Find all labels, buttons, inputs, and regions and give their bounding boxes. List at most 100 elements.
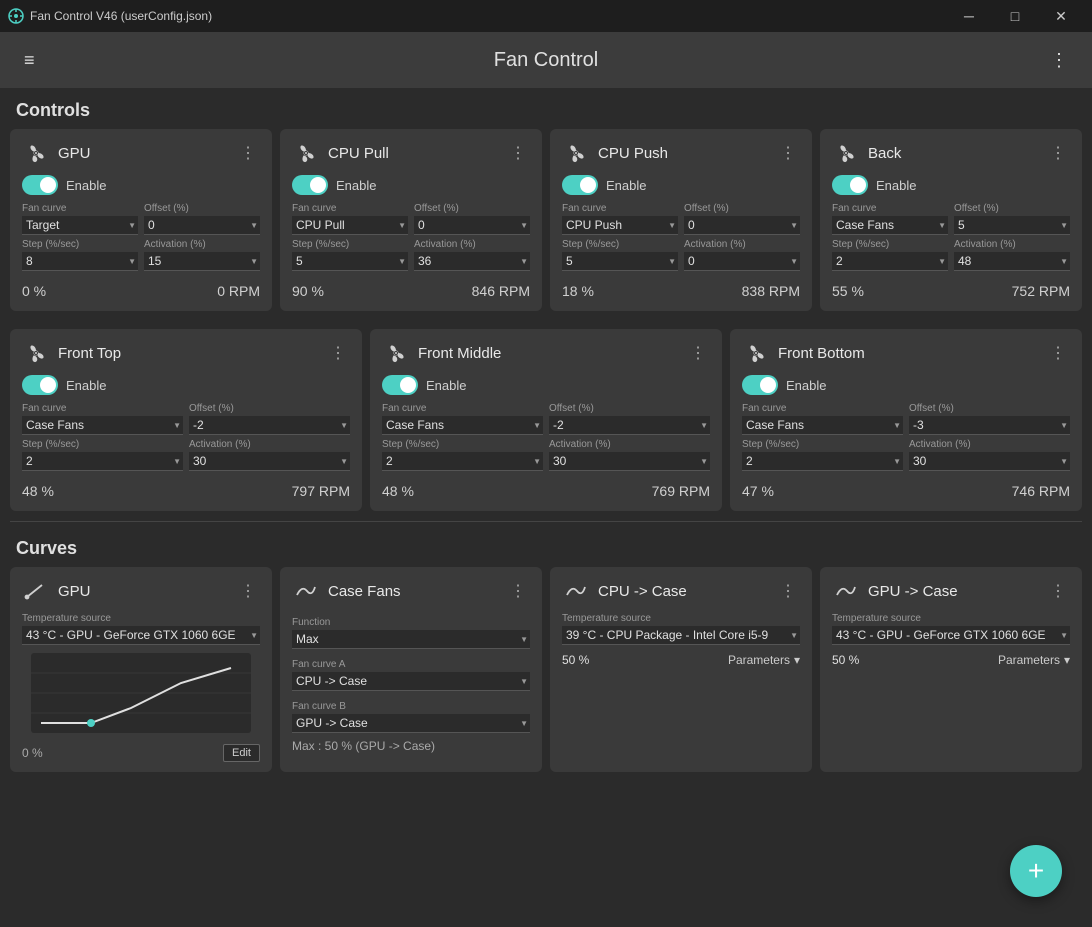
card-menu-button[interactable]: ⋮ <box>1046 141 1070 165</box>
card-menu-button[interactable]: ⋮ <box>506 141 530 165</box>
fan-curve-select[interactable]: Target <box>22 216 138 235</box>
function-select[interactable]: Max <box>292 630 530 649</box>
fan-curve-select[interactable]: 5 <box>562 252 678 271</box>
enable-toggle[interactable] <box>382 375 418 395</box>
rpm-value: 752 RPM <box>1012 283 1070 299</box>
app-title: Fan Control <box>494 49 599 72</box>
section-separator <box>10 521 1082 522</box>
curve-icon <box>832 577 860 605</box>
fan-curve-select[interactable]: Case Fans <box>22 416 183 435</box>
card-title: Back <box>868 145 1046 162</box>
maximize-button[interactable]: □ <box>992 0 1038 32</box>
card-menu-button[interactable]: ⋮ <box>776 579 800 603</box>
fan-curve-select[interactable]: 48 <box>954 252 1070 271</box>
enable-toggle[interactable] <box>22 375 58 395</box>
fan-curve-select[interactable]: -2 <box>189 416 350 435</box>
stats-row: 0 % 0 RPM <box>22 279 260 299</box>
controls-row1: GPU ⋮ Enable Fan curve Target Offset (%)… <box>0 129 1092 321</box>
enable-toggle[interactable] <box>292 175 328 195</box>
fan-curve-b-select[interactable]: GPU -> Case <box>292 714 530 733</box>
step-group: Step (%/sec) 5 <box>292 239 408 271</box>
card-menu-button[interactable]: ⋮ <box>326 341 350 365</box>
card-title: CPU Pull <box>328 145 506 162</box>
fan-curve-select[interactable]: 5 <box>292 252 408 271</box>
stats-row: 47 % 746 RPM <box>742 479 1070 499</box>
fan-curve-select[interactable]: CPU Push <box>562 216 678 235</box>
add-fab-button[interactable]: + <box>1010 845 1062 897</box>
activation-label: Activation (%) <box>909 439 1070 450</box>
app-icon <box>8 8 24 24</box>
select-wrapper: 2 <box>382 452 543 471</box>
form-row-1: Fan curve CPU Push Offset (%) 0 <box>562 203 800 235</box>
fan-curve-select[interactable]: 30 <box>189 452 350 471</box>
pct-value: 0 % <box>22 746 43 760</box>
fan-curve-group: Fan curve Case Fans <box>832 203 948 235</box>
temp-source-select[interactable]: 39 °C - CPU Package - Intel Core i5-9 <box>562 626 800 645</box>
fan-curve-select[interactable]: 0 <box>684 252 800 271</box>
card-menu-button[interactable]: ⋮ <box>506 579 530 603</box>
temp-source-select[interactable]: 43 °C - GPU - GeForce GTX 1060 6GE <box>22 626 260 645</box>
activation-label: Activation (%) <box>954 239 1070 250</box>
fan-curve-select[interactable]: 2 <box>22 452 183 471</box>
more-options-button[interactable]: ⋮ <box>1042 42 1076 79</box>
card-menu-button[interactable]: ⋮ <box>776 141 800 165</box>
simple-curve-card: GPU -> Case ⋮ Temperature source 43 °C -… <box>820 567 1082 772</box>
fan-curve-select[interactable]: Case Fans <box>382 416 543 435</box>
enable-label: Enable <box>426 378 466 393</box>
card-title: Front Bottom <box>778 345 1046 362</box>
params-row: 50 % Parameters ▾ <box>562 653 800 667</box>
enable-toggle[interactable] <box>832 175 868 195</box>
fan-icon <box>382 339 410 367</box>
enable-toggle[interactable] <box>22 175 58 195</box>
step-label: Step (%/sec) <box>22 439 183 450</box>
card-title: GPU <box>58 583 236 600</box>
pct-value: 50 % <box>832 653 859 667</box>
fan-curve-select[interactable]: 0 <box>684 216 800 235</box>
card-menu-button[interactable]: ⋮ <box>236 579 260 603</box>
fan-curve-select[interactable]: 2 <box>382 452 543 471</box>
offset-group: Offset (%) 0 <box>414 203 530 235</box>
pct-value: 50 % <box>562 653 589 667</box>
fan-curve-select[interactable]: CPU Pull <box>292 216 408 235</box>
fan-curve-select[interactable]: 36 <box>414 252 530 271</box>
curves-grid: GPU ⋮ Temperature source 43 °C - GPU - G… <box>0 567 1092 782</box>
fan-curve-select[interactable]: 15 <box>144 252 260 271</box>
enable-toggle[interactable] <box>742 375 778 395</box>
fan-curve-select[interactable]: -3 <box>909 416 1070 435</box>
select-wrapper: 0 <box>684 216 800 235</box>
fan-curve-select[interactable]: 0 <box>144 216 260 235</box>
fan-curve-select[interactable]: Case Fans <box>832 216 948 235</box>
fan-curve-a-select[interactable]: CPU -> Case <box>292 672 530 691</box>
card-menu-button[interactable]: ⋮ <box>686 341 710 365</box>
temp-source-select[interactable]: 43 °C - GPU - GeForce GTX 1060 6GE <box>832 626 1070 645</box>
hamburger-button[interactable]: ≡ <box>16 42 43 79</box>
minimize-button[interactable]: ─ <box>946 0 992 32</box>
fan-curve-select[interactable]: 30 <box>909 452 1070 471</box>
offset-label: Offset (%) <box>549 403 710 414</box>
fan-curve-select[interactable]: Case Fans <box>742 416 903 435</box>
function-label: Function <box>292 617 530 628</box>
fan-curve-select[interactable]: 0 <box>414 216 530 235</box>
fan-curve-select[interactable]: 2 <box>832 252 948 271</box>
fan-curve-select[interactable]: 5 <box>954 216 1070 235</box>
select-wrapper: 30 <box>189 452 350 471</box>
parameters-button[interactable]: Parameters ▾ <box>998 653 1070 667</box>
edit-button[interactable]: Edit <box>223 744 260 762</box>
form-row-1: Fan curve Case Fans Offset (%) -3 <box>742 403 1070 435</box>
fan-curve-label: Fan curve <box>22 403 183 414</box>
enable-toggle[interactable] <box>562 175 598 195</box>
fan-curve-select[interactable]: 8 <box>22 252 138 271</box>
fan-curve-select[interactable]: -2 <box>549 416 710 435</box>
card-menu-button[interactable]: ⋮ <box>1046 579 1070 603</box>
step-group: Step (%/sec) 2 <box>22 439 183 471</box>
fan-curve-select[interactable]: 2 <box>742 452 903 471</box>
form-row-1: Fan curve Case Fans Offset (%) -2 <box>22 403 350 435</box>
enable-label: Enable <box>66 378 106 393</box>
activation-label: Activation (%) <box>414 239 530 250</box>
close-button[interactable]: ✕ <box>1038 0 1084 32</box>
parameters-button[interactable]: Parameters ▾ <box>728 653 800 667</box>
fan-curve-select[interactable]: 30 <box>549 452 710 471</box>
toggle-row: Enable <box>382 375 710 395</box>
card-menu-button[interactable]: ⋮ <box>1046 341 1070 365</box>
card-menu-button[interactable]: ⋮ <box>236 141 260 165</box>
